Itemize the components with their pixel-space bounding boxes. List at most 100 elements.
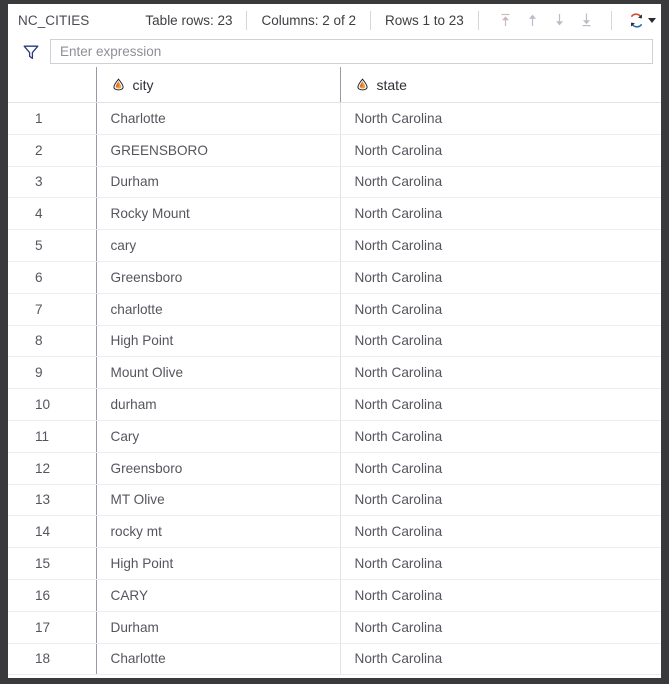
cell-state[interactable]: North Carolina [339,197,661,231]
table-row[interactable]: 6 Greensboro North Carolina [8,261,661,294]
previous-page-button[interactable] [520,8,545,33]
row-number-cell: 16 [8,579,96,612]
cell-state[interactable]: North Carolina [339,579,661,612]
column-header-state[interactable]: state [339,67,661,103]
arrow-up-to-line-icon [501,13,510,26]
arrow-down-to-line-icon [582,13,591,27]
row-number-cell: 12 [8,452,96,485]
table-header: city state [8,67,661,103]
table-row[interactable]: 13 MT Olive North Carolina [8,484,661,517]
row-number-cell: 18 [8,643,96,676]
last-page-button[interactable] [574,8,599,33]
cell-state[interactable]: North Carolina [339,484,661,517]
cell-city[interactable]: rocky mt [95,515,340,549]
data-table: city state 1 Charlotte North Carolina 2 … [8,67,661,676]
table-row[interactable]: 11 Cary North Carolina [8,420,661,453]
cell-state[interactable]: North Carolina [339,325,661,358]
table-row[interactable]: 16 CARY North Carolina [8,579,661,612]
cell-state[interactable]: North Carolina [339,452,661,485]
column-header-state-label: state [376,76,407,93]
row-number-cell: 10 [8,388,96,421]
cell-city[interactable]: MT Olive [95,484,340,517]
table-row[interactable]: 12 Greensboro North Carolina [8,452,661,485]
cell-state[interactable]: North Carolina [339,515,661,549]
first-page-button[interactable] [493,8,518,33]
table-row[interactable]: 15 High Point North Carolina [8,547,661,580]
cell-city[interactable]: Rocky Mount [95,197,340,231]
toolbar-divider-1 [246,10,248,30]
cell-state[interactable]: North Carolina [339,356,661,390]
row-number-cell: 5 [8,229,96,262]
cell-city[interactable]: charlotte [95,293,340,326]
cell-city[interactable]: CARY [95,579,340,612]
cell-state[interactable]: North Carolina [339,547,661,580]
table-row[interactable]: 2 GREENSBORO North Carolina [8,134,661,167]
column-header-city[interactable]: city [95,67,340,103]
cell-state[interactable]: North Carolina [339,388,661,421]
string-type-icon [112,78,124,91]
cell-city[interactable]: High Point [95,547,340,580]
refresh-control[interactable] [628,12,660,29]
cell-city[interactable]: Greensboro [95,261,340,294]
cell-city[interactable]: GREENSBORO [95,134,340,167]
table-row[interactable]: 14 rocky mt North Carolina [8,515,661,549]
table-row[interactable]: 10 durham North Carolina [8,388,661,421]
filter-funnel-icon[interactable] [22,43,40,61]
row-number-cell: 4 [8,197,96,231]
table-row[interactable]: 18 Charlotte North Carolina [8,643,661,676]
table-row[interactable]: 8 High Point North Carolina [8,325,661,358]
cell-state[interactable]: North Carolina [339,166,661,199]
arrow-down-icon [555,14,563,26]
data-table-viewer: NC_CITIES Table rows: 23 Columns: 2 of 2… [8,4,661,678]
cell-state[interactable]: North Carolina [339,229,661,262]
cell-city[interactable]: durham [95,388,340,421]
cell-city[interactable]: Charlotte [95,643,340,676]
toolbar-divider-3 [477,10,479,30]
row-number-cell: 13 [8,484,96,517]
columns-count: Columns: 2 of 2 [261,12,357,28]
table-body: 1 Charlotte North Carolina 2 GREENSBORO North… [8,102,661,676]
status-toolbar: NC_CITIES Table rows: 23 Columns: 2 of 2… [8,4,661,36]
table-row[interactable]: 4 Rocky Mount North Carolina [8,197,661,231]
refresh-icon [630,12,643,28]
cell-city[interactable]: Durham [95,166,340,199]
table-row[interactable]: 3 Durham North Carolina [8,166,661,199]
cell-city[interactable]: Durham [95,611,340,644]
cell-city[interactable]: Greensboro [95,452,340,485]
cell-city[interactable]: High Point [95,325,340,358]
pagination-controls [493,8,599,33]
window-frame: NC_CITIES Table rows: 23 Columns: 2 of 2… [0,0,669,684]
next-page-button[interactable] [547,8,572,33]
table-name-label: NC_CITIES [18,12,90,28]
cell-state[interactable]: North Carolina [339,611,661,644]
table-row[interactable]: 5 cary North Carolina [8,229,661,262]
row-number-cell: 17 [8,611,96,644]
row-number-cell: 6 [8,261,96,294]
cell-city[interactable]: Charlotte [95,102,340,135]
filter-expression-input[interactable] [50,39,653,64]
cell-city[interactable]: Cary [95,420,340,453]
filter-bar [8,36,661,67]
row-number-cell: 1 [8,102,96,135]
row-number-cell: 8 [8,325,96,358]
cell-state[interactable]: North Carolina [339,102,661,135]
cell-state[interactable]: North Carolina [339,420,661,453]
table-rows-count: Table rows: 23 [145,12,233,28]
row-number-cell: 14 [8,515,96,549]
table-row[interactable]: 9 Mount Olive North Carolina [8,356,661,390]
cell-city[interactable]: cary [95,229,340,262]
cell-state[interactable]: North Carolina [339,293,661,326]
table-row[interactable]: 7 charlotte North Carolina [8,293,661,326]
row-number-cell: 9 [8,356,96,390]
table-row[interactable]: 17 Durham North Carolina [8,611,661,644]
header-row: city state [8,67,661,103]
table-scroll-area[interactable]: city state 1 Charlotte North Carolina 2 … [8,67,661,678]
cell-city[interactable]: Mount Olive [95,356,340,390]
cell-state[interactable]: North Carolina [339,643,661,676]
table-row[interactable]: 1 Charlotte North Carolina [8,102,661,135]
cell-state[interactable]: North Carolina [339,134,661,167]
column-header-rownumber[interactable] [8,67,96,103]
arrow-up-icon [528,14,536,26]
cell-state[interactable]: North Carolina [339,261,661,294]
toolbar-divider-4 [610,10,612,30]
